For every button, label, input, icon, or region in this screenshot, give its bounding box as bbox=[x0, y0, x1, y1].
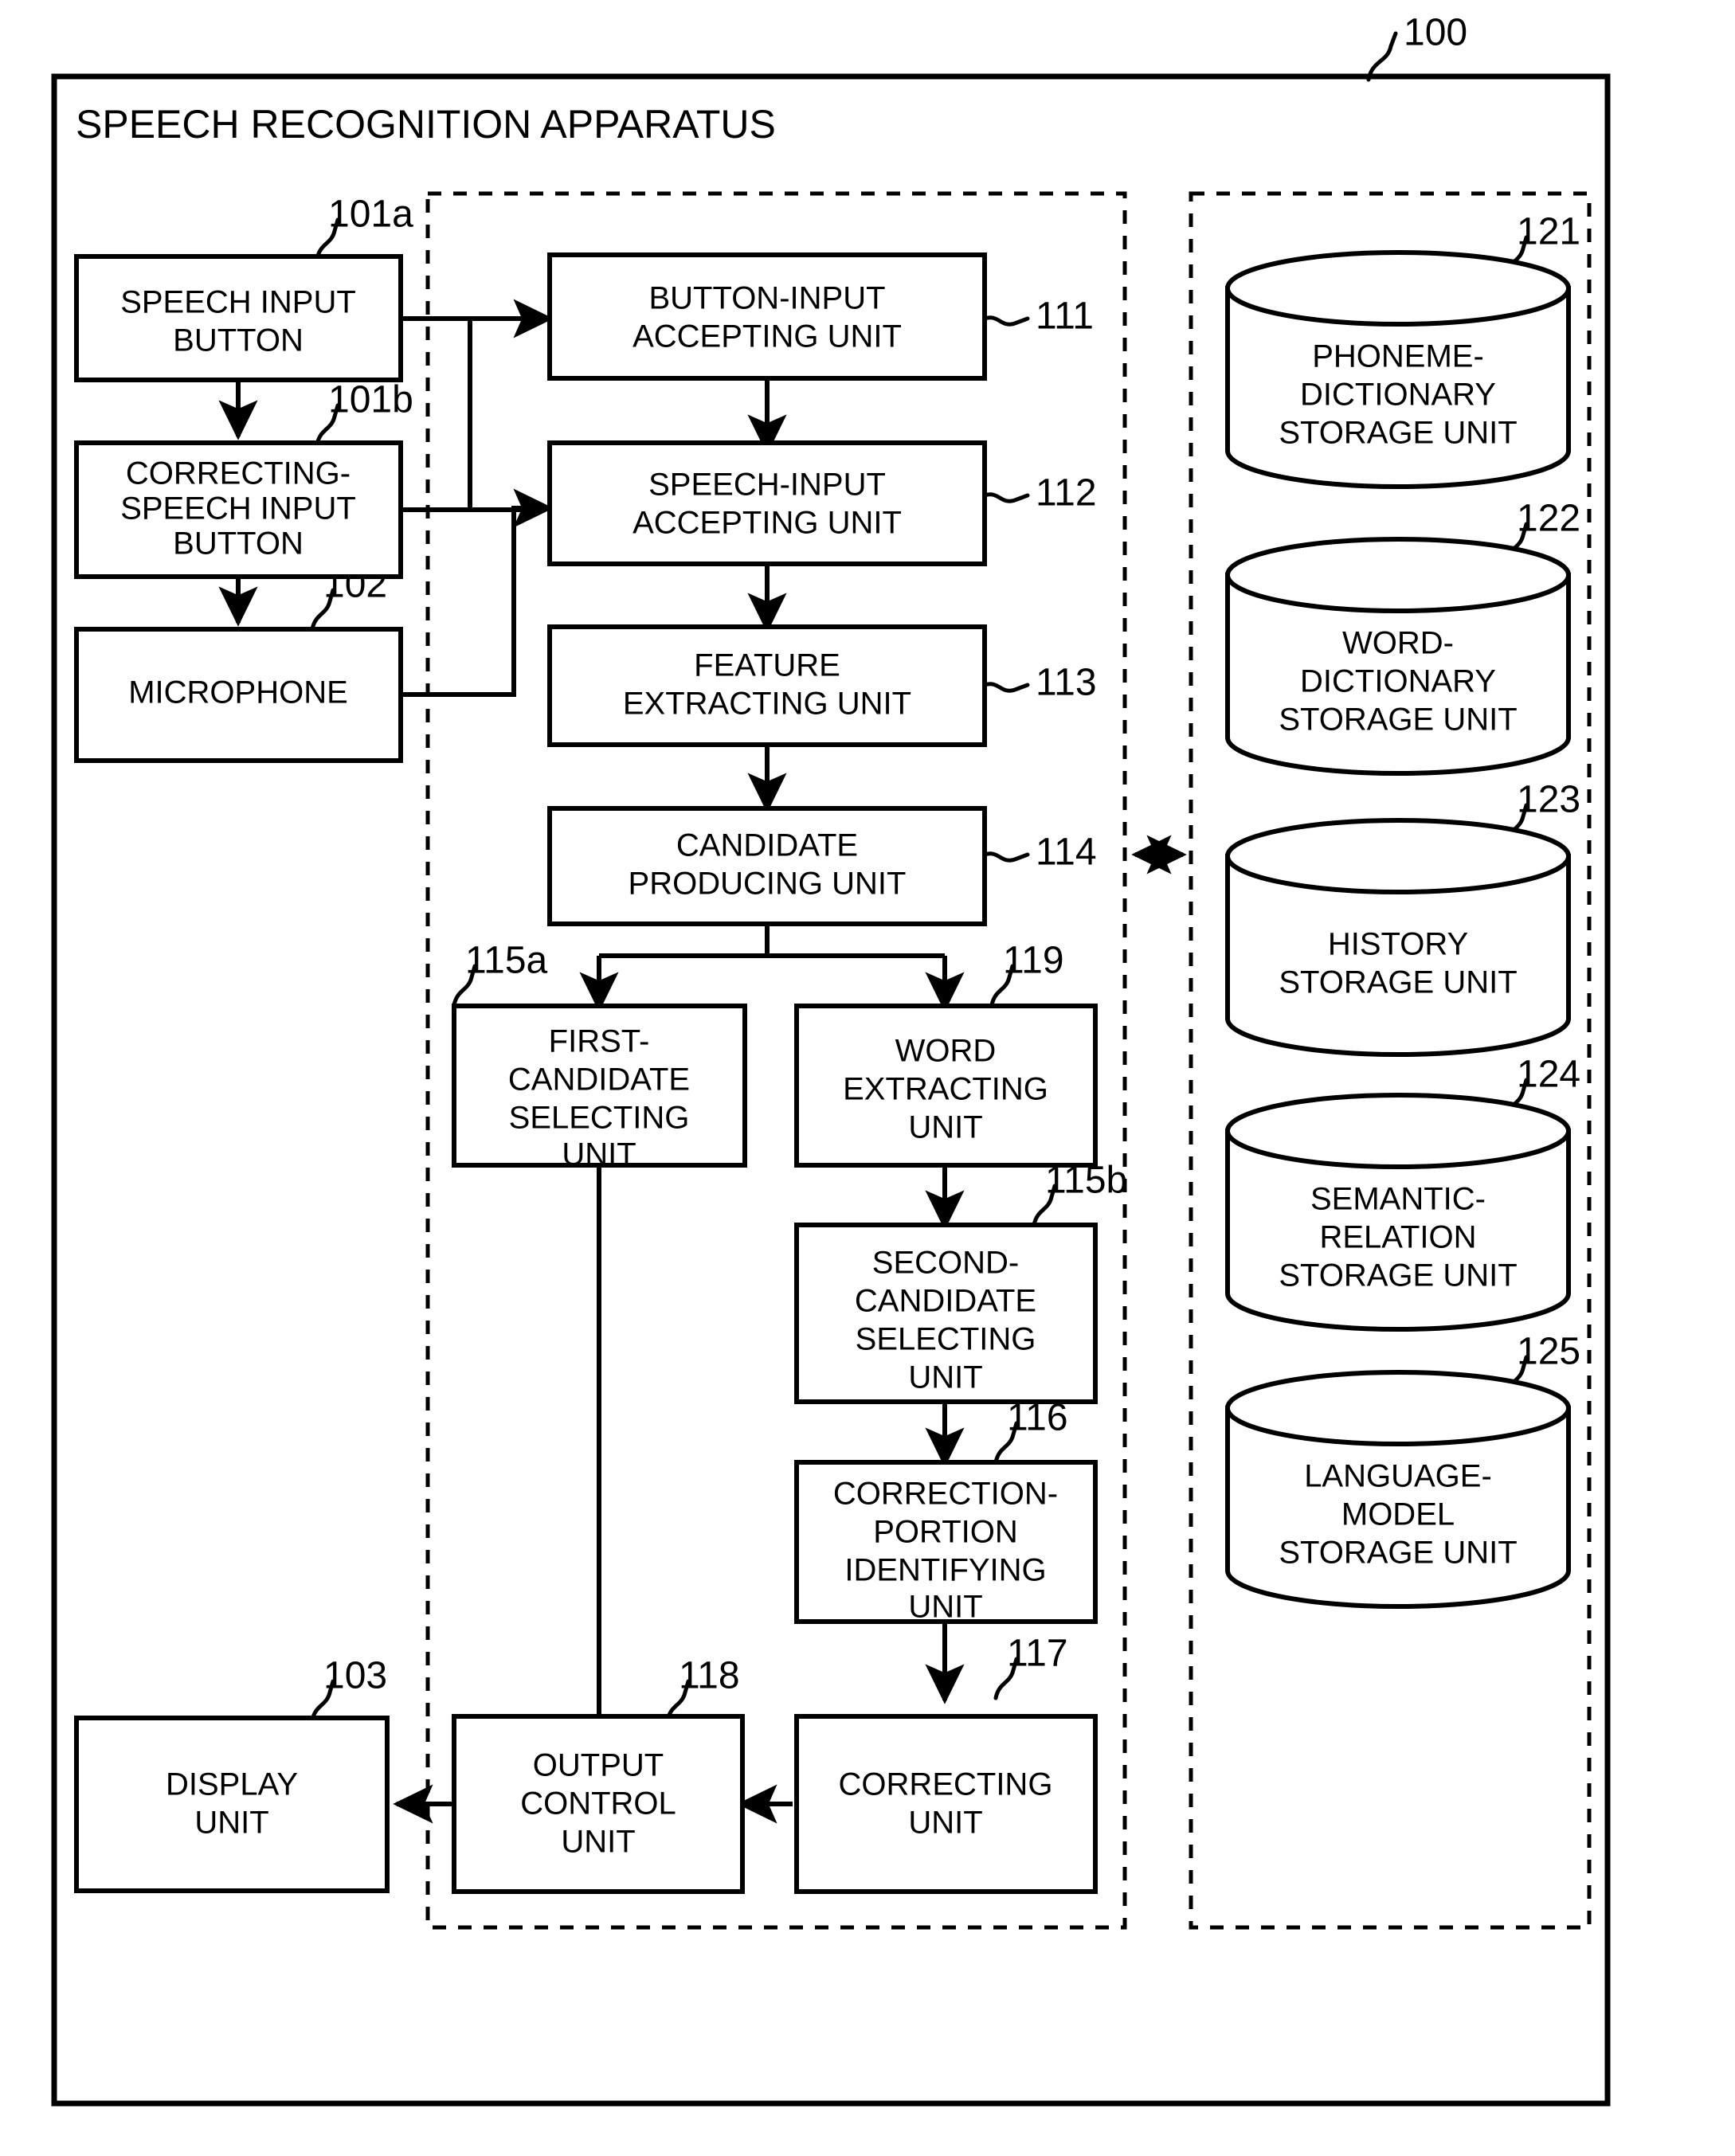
box-label-line: UNIT bbox=[908, 1806, 982, 1841]
box-display-unit[interactable]: DISPLAY UNIT bbox=[74, 1716, 390, 1893]
box-second-candidate-selecting-unit[interactable]: SECOND- CANDIDATE SELECTING UNIT bbox=[794, 1223, 1098, 1404]
ref-label-124: 124 bbox=[1517, 1054, 1580, 1096]
cylinder-label-line: STORAGE UNIT bbox=[1279, 416, 1517, 451]
ref-label-118: 118 bbox=[679, 1655, 740, 1697]
box-label-line: CORRECTING- bbox=[126, 456, 351, 491]
box-label-line: UNIT bbox=[194, 1806, 268, 1841]
box-label-line: CORRECTION- bbox=[833, 1477, 1058, 1512]
box-label-line: CANDIDATE bbox=[855, 1284, 1036, 1319]
box-label-line: WORD bbox=[895, 1034, 997, 1069]
leader-line-100 bbox=[1366, 31, 1398, 82]
leader-line-113 bbox=[982, 682, 1030, 693]
ref-label-122: 122 bbox=[1517, 498, 1580, 540]
cylinder-label-line: MODEL bbox=[1341, 1497, 1455, 1532]
cylinder-label-line: STORAGE UNIT bbox=[1279, 702, 1517, 738]
box-label-line: UNIT bbox=[908, 1360, 982, 1395]
box-label-line: CANDIDATE bbox=[508, 1062, 690, 1098]
box-candidate-producing-unit[interactable]: CANDIDATE PRODUCING UNIT bbox=[547, 806, 987, 926]
box-label-line: CONTROL bbox=[520, 1786, 676, 1821]
box-label-line: IDENTIFYING bbox=[844, 1553, 1046, 1588]
box-label-line: CANDIDATE bbox=[676, 828, 858, 863]
cylinder-label-line: PHONEME- bbox=[1312, 339, 1484, 374]
box-feature-extracting-unit[interactable]: FEATURE EXTRACTING UNIT bbox=[547, 624, 987, 747]
box-label-line: UNIT bbox=[561, 1825, 635, 1860]
box-button-input-accepting-unit[interactable]: BUTTON-INPUT ACCEPTING UNIT bbox=[547, 252, 987, 381]
box-first-candidate-selecting-unit[interactable]: FIRST- CANDIDATE SELECTING UNIT bbox=[452, 1004, 747, 1172]
ref-label-100: 100 bbox=[1404, 12, 1467, 54]
box-label-line: UNIT bbox=[908, 1590, 982, 1625]
leader-line-112 bbox=[982, 492, 1030, 503]
box-label-line: SELECTING bbox=[856, 1322, 1036, 1357]
cylinder-label-line: DICTIONARY bbox=[1300, 664, 1496, 699]
box-label-line: UNIT bbox=[908, 1110, 982, 1145]
box-label-line: SPEECH INPUT bbox=[120, 285, 356, 320]
box-label-line: SPEECH-INPUT bbox=[648, 468, 886, 503]
box-label-line: SPEECH INPUT bbox=[120, 491, 356, 526]
cylinder-label-line: HISTORY bbox=[1328, 927, 1468, 962]
cylinder-label-line: SEMANTIC- bbox=[1310, 1182, 1486, 1217]
box-label-line: DISPLAY bbox=[166, 1767, 298, 1802]
box-word-extracting-unit[interactable]: WORD EXTRACTING UNIT bbox=[794, 1004, 1098, 1168]
cylinder-label-line: STORAGE UNIT bbox=[1279, 965, 1517, 1000]
connector-microphone-to-speech-input bbox=[401, 506, 550, 697]
box-label-line: BUTTON-INPUT bbox=[648, 281, 885, 316]
ref-label-111: 111 bbox=[1036, 295, 1094, 338]
ref-label-101a: 101a bbox=[328, 194, 413, 236]
box-label-line: ACCEPTING UNIT bbox=[633, 506, 902, 541]
box-microphone[interactable]: MICROPHONE bbox=[74, 627, 403, 763]
box-label-line: PRODUCING UNIT bbox=[629, 867, 907, 902]
ref-label-112: 112 bbox=[1036, 472, 1097, 515]
cylinder-language-model-storage-unit[interactable]: LANGUAGE- MODEL STORAGE UNIT bbox=[1225, 1370, 1571, 1609]
ref-label-101b: 101b bbox=[328, 379, 413, 421]
box-label-line: FEATURE bbox=[694, 648, 840, 683]
ref-label-114: 114 bbox=[1036, 831, 1097, 874]
ref-label-121: 121 bbox=[1517, 211, 1580, 253]
speech-recognition-apparatus-block-diagram: 100 SPEECH RECOGNITION APPARATUS 101a 10… bbox=[51, 12, 1611, 2107]
cylinder-label-line: RELATION bbox=[1319, 1220, 1476, 1255]
cylinder-word-dictionary-storage-unit[interactable]: WORD- DICTIONARY STORAGE UNIT bbox=[1225, 537, 1571, 776]
box-label-line: SELECTING bbox=[509, 1101, 690, 1136]
cylinder-label-line: DICTIONARY bbox=[1300, 378, 1496, 413]
box-speech-input-button[interactable]: SPEECH INPUT BUTTON bbox=[74, 254, 403, 382]
box-correction-portion-identifying-unit[interactable]: CORRECTION- PORTION IDENTIFYING UNIT bbox=[794, 1460, 1098, 1625]
cylinder-label-line: WORD- bbox=[1342, 626, 1454, 661]
ref-label-125: 125 bbox=[1517, 1331, 1580, 1373]
leader-line-111 bbox=[982, 315, 1030, 327]
ref-label-113: 113 bbox=[1036, 662, 1097, 704]
box-label-line: PORTION bbox=[873, 1515, 1018, 1550]
leader-line-114 bbox=[982, 851, 1030, 863]
box-output-control-unit[interactable]: OUTPUT CONTROL UNIT bbox=[452, 1714, 745, 1894]
box-label-line: FIRST- bbox=[549, 1024, 650, 1059]
box-speech-input-accepting-unit[interactable]: SPEECH-INPUT ACCEPTING UNIT bbox=[547, 440, 987, 566]
ref-label-119: 119 bbox=[1003, 940, 1064, 982]
box-label-line: ACCEPTING UNIT bbox=[633, 319, 902, 354]
box-correcting-speech-input-button[interactable]: CORRECTING- SPEECH INPUT BUTTON bbox=[74, 440, 403, 579]
box-label-line: UNIT bbox=[562, 1137, 636, 1172]
box-label-line: BUTTON bbox=[173, 323, 304, 358]
ref-label-103: 103 bbox=[323, 1655, 387, 1697]
box-label-line: OUTPUT bbox=[533, 1748, 664, 1783]
box-label-line: MICROPHONE bbox=[128, 675, 348, 710]
cylinder-label-line: STORAGE UNIT bbox=[1279, 1536, 1517, 1571]
connector-bus-vertical bbox=[468, 319, 526, 512]
cylinder-label-line: LANGUAGE- bbox=[1304, 1459, 1492, 1494]
cylinder-semantic-relation-storage-unit[interactable]: SEMANTIC- RELATION STORAGE UNIT bbox=[1225, 1093, 1571, 1332]
page-title: SPEECH RECOGNITION APPARATUS bbox=[76, 102, 776, 147]
cylinder-phoneme-dictionary-storage-unit[interactable]: PHONEME- DICTIONARY STORAGE UNIT bbox=[1225, 250, 1571, 489]
ref-label-123: 123 bbox=[1517, 779, 1580, 821]
box-label-line: SECOND- bbox=[872, 1246, 1019, 1281]
box-label-line: BUTTON bbox=[173, 526, 304, 561]
box-label-line: EXTRACTING bbox=[843, 1072, 1048, 1107]
ref-label-115a: 115a bbox=[465, 940, 548, 982]
box-label-line: EXTRACTING UNIT bbox=[623, 687, 911, 722]
box-correcting-unit[interactable]: CORRECTING UNIT bbox=[794, 1714, 1098, 1894]
cylinder-history-storage-unit[interactable]: HISTORY STORAGE UNIT bbox=[1225, 818, 1571, 1057]
box-label-line: CORRECTING bbox=[839, 1767, 1053, 1802]
cylinder-label-line: STORAGE UNIT bbox=[1279, 1258, 1517, 1293]
ref-label-117: 117 bbox=[1007, 1633, 1068, 1675]
patent-figure: 100 SPEECH RECOGNITION APPARATUS 101a 10… bbox=[0, 0, 1735, 2156]
